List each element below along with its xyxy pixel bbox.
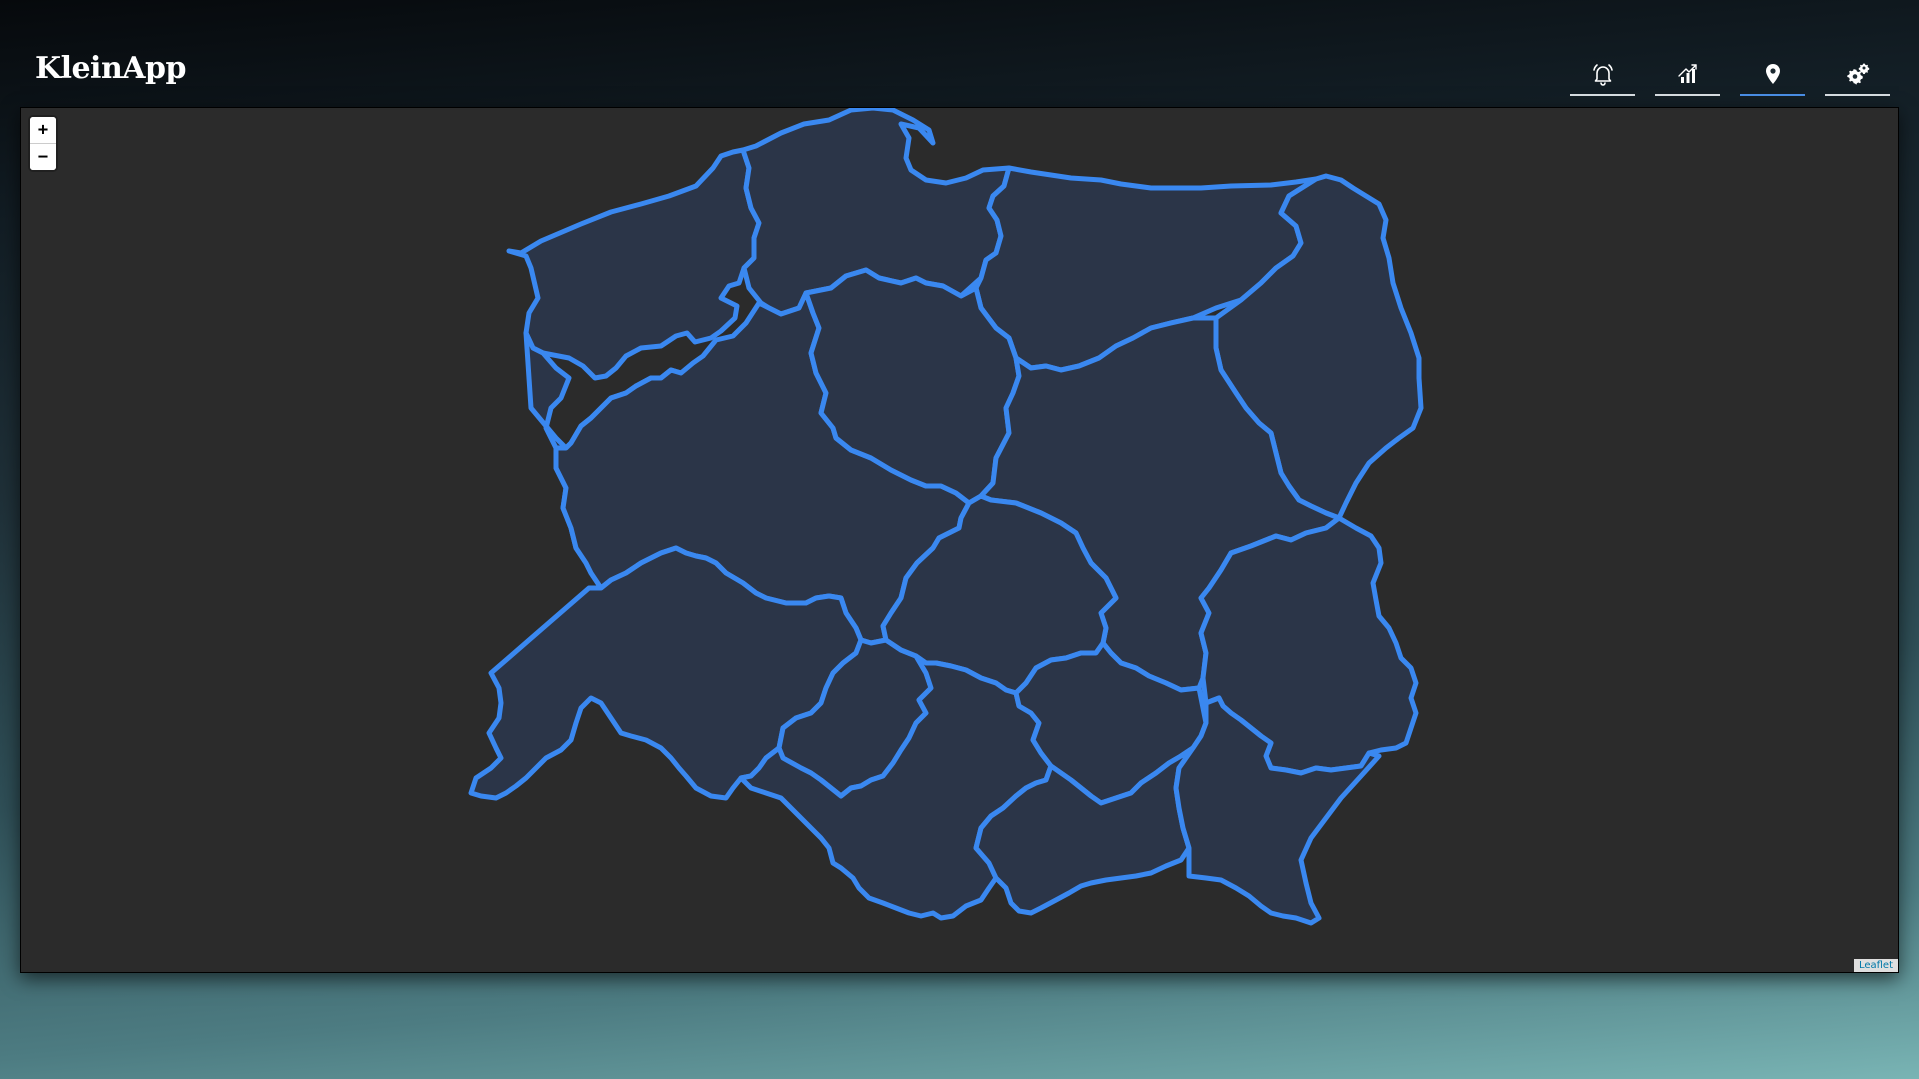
gears-icon [1846,62,1870,90]
zoom-in-button[interactable]: + [30,117,56,143]
zoom-out-button[interactable]: − [30,143,56,170]
nav-map-button[interactable] [1740,58,1805,96]
zoom-control: + − [30,117,56,170]
bar-chart-icon [1676,62,1700,90]
regions-layer [468,108,1424,926]
bell-icon [1591,62,1615,90]
nav-statistics-button[interactable] [1655,58,1720,96]
app-title: KleinApp [35,51,187,86]
top-nav [1570,58,1890,96]
nav-notifications-button[interactable] [1570,58,1635,96]
map-container[interactable]: + − Leaflet [20,107,1899,973]
nav-settings-button[interactable] [1825,58,1890,96]
map-attribution-link[interactable]: Leaflet [1853,959,1898,972]
map-pin-icon [1761,62,1785,90]
